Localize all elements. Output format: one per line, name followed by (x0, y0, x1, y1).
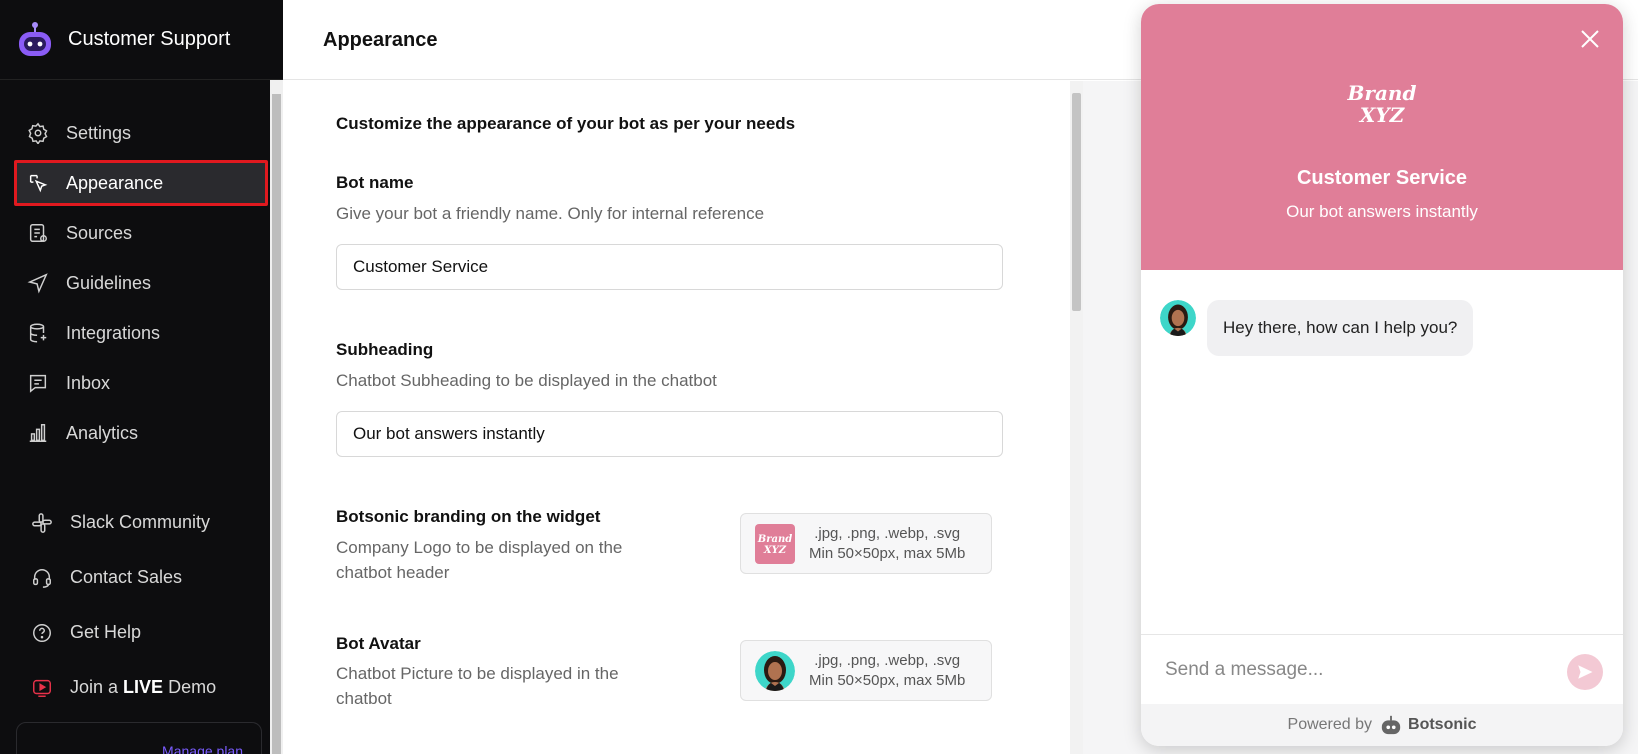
thumb-brand-text: Brand (757, 534, 792, 545)
widget-subtitle: Our bot answers instantly (1286, 202, 1478, 221)
widget-title: Customer Service (1296, 167, 1468, 189)
sidebar-item-label: Settings (66, 122, 132, 143)
page-title: Appearance (323, 29, 438, 51)
sidebar-scrollbar-thumb[interactable] (272, 94, 281, 754)
brand-logo-thumbnail: Brand XYZ (755, 523, 795, 564)
cursor-click-icon (26, 171, 50, 195)
sidebar-item-settings[interactable]: Settings (0, 108, 270, 158)
slack-icon (30, 511, 54, 535)
logo-upload-formats: .jpg, .png, .webp, .svg (814, 524, 961, 542)
app-title: Customer Support (68, 28, 231, 50)
sidebar-nav: Settings Appearance Sources Guidelines I… (0, 108, 270, 458)
send-button[interactable] (1567, 654, 1603, 690)
sidebar-item-analytics[interactable]: Analytics (0, 408, 270, 458)
sidebar-secondary-nav: Slack Community Contact Sales Get Help J… (0, 495, 270, 715)
subheading-input[interactable]: Our bot answers instantly (336, 411, 1003, 457)
sidebar-item-label: Integrations (66, 322, 161, 343)
sidebar-item-label: Contact Sales (70, 567, 183, 587)
sidebar-item-inbox[interactable]: Inbox (0, 358, 270, 408)
section-intro: Customize the appearance of your bot as … (336, 114, 796, 133)
avatar-description-line1: Chatbot Picture to be displayed in the (336, 664, 619, 683)
sidebar-item-label: Inbox (66, 372, 111, 393)
botsonic-logo-icon (1380, 714, 1402, 736)
sidebar-item-label: Analytics (66, 422, 139, 443)
widget-header: Brand XYZ Customer Service Our bot answe… (1141, 4, 1623, 270)
sidebar-item-integrations[interactable]: Integrations (0, 308, 270, 358)
live-demo-prefix: Join a (70, 677, 124, 697)
bot-name-input[interactable]: Customer Service (336, 244, 1003, 290)
brand-header: Customer Support (0, 0, 283, 80)
plan-card: Manage plan (16, 722, 262, 754)
avatar-upload[interactable]: .jpg, .png, .webp, .svg Min 50×50px, max… (740, 640, 992, 701)
widget-xyz-text: XYZ (1358, 103, 1406, 127)
help-icon (30, 621, 54, 645)
bot-name-description: Give your bot a friendly name. Only for … (336, 204, 765, 223)
sidebar-item-slack-community[interactable]: Slack Community (0, 495, 270, 550)
live-video-icon (30, 676, 54, 700)
brand-logo: Brand XYZ (1340, 78, 1424, 130)
powered-by-name: Botsonic (1408, 716, 1477, 733)
avatar-title: Bot Avatar (336, 634, 421, 653)
logo-upload-size: Min 50×50px, max 5Mb (809, 544, 966, 562)
sidebar-item-contact-sales[interactable]: Contact Sales (0, 550, 270, 605)
sidebar-item-guidelines[interactable]: Guidelines (0, 258, 270, 308)
branding-description-line2: chatbot header (336, 563, 450, 582)
send-arrow-icon (26, 271, 50, 295)
sidebar-item-label: Appearance (66, 172, 164, 193)
sidebar-item-live-demo[interactable]: Join a LIVE Demo (0, 660, 270, 715)
chat-widget-preview: Brand XYZ Customer Service Our bot answe… (1141, 4, 1623, 746)
powered-by-footer: Powered by Botsonic (1141, 704, 1623, 746)
sidebar-item-appearance[interactable]: Appearance (0, 158, 270, 208)
sidebar-item-label: Get Help (70, 622, 142, 642)
bot-name-title: Bot name (336, 173, 414, 192)
subheading-title: Subheading (336, 340, 434, 359)
logo-upload-text: .jpg, .png, .webp, .svg Min 50×50px, max… (809, 524, 965, 564)
logo-upload[interactable]: Brand XYZ .jpg, .png, .webp, .svg Min 50… (740, 513, 992, 574)
close-icon[interactable] (1577, 26, 1603, 52)
appearance-form: Customize the appearance of your bot as … (283, 81, 1083, 754)
avatar-upload-formats: .jpg, .png, .webp, .svg (814, 651, 961, 669)
live-demo-suffix: Demo (163, 677, 217, 697)
widget-brand-text: Brand (1347, 81, 1417, 105)
powered-by-label: Powered by (1287, 716, 1373, 733)
sidebar-item-label: Guidelines (66, 272, 152, 293)
subheading-description: Chatbot Subheading to be displayed in th… (336, 371, 717, 390)
headset-icon (30, 566, 54, 590)
message-composer: Send a message... (1141, 634, 1623, 704)
sidebar-item-label: Join a LIVE Demo (70, 677, 216, 698)
content-scrollbar-thumb[interactable] (1072, 93, 1081, 311)
bot-avatar (1160, 300, 1196, 336)
avatar-description-line2: chatbot (336, 689, 392, 708)
message-icon (26, 371, 50, 395)
send-icon (1578, 665, 1593, 679)
avatar-upload-text: .jpg, .png, .webp, .svg Min 50×50px, max… (809, 651, 965, 691)
gear-icon (26, 121, 50, 145)
document-list-icon (26, 221, 50, 245)
branding-description-line1: Company Logo to be displayed on the (336, 538, 623, 557)
sidebar-item-get-help[interactable]: Get Help (0, 605, 270, 660)
avatar-description: Chatbot Picture to be displayed in the c… (336, 661, 619, 711)
manage-plan-link[interactable]: Manage plan (162, 743, 243, 754)
sidebar-item-sources[interactable]: Sources (0, 208, 270, 258)
content-scrollbar[interactable] (1070, 81, 1083, 754)
sidebar: Customer Support Settings Appearance Sou… (0, 0, 283, 754)
sidebar-scrollbar[interactable] (270, 80, 283, 754)
branding-title: Botsonic branding on the widget (336, 507, 601, 526)
thumb-xyz-text: XYZ (763, 545, 787, 556)
bar-chart-icon (26, 421, 50, 445)
bot-message: Hey there, how can I help you? (1207, 300, 1474, 356)
avatar-upload-size: Min 50×50px, max 5Mb (809, 671, 966, 689)
sidebar-item-label: Sources (66, 222, 133, 243)
bot-logo-icon (16, 21, 54, 59)
live-demo-bold: LIVE (123, 677, 164, 697)
message-input[interactable]: Send a message... (1165, 659, 1323, 681)
sidebar-item-label: Slack Community (70, 512, 211, 532)
avatar-thumbnail (755, 650, 795, 691)
branding-description: Company Logo to be displayed on the chat… (336, 535, 622, 585)
database-icon (26, 321, 50, 345)
